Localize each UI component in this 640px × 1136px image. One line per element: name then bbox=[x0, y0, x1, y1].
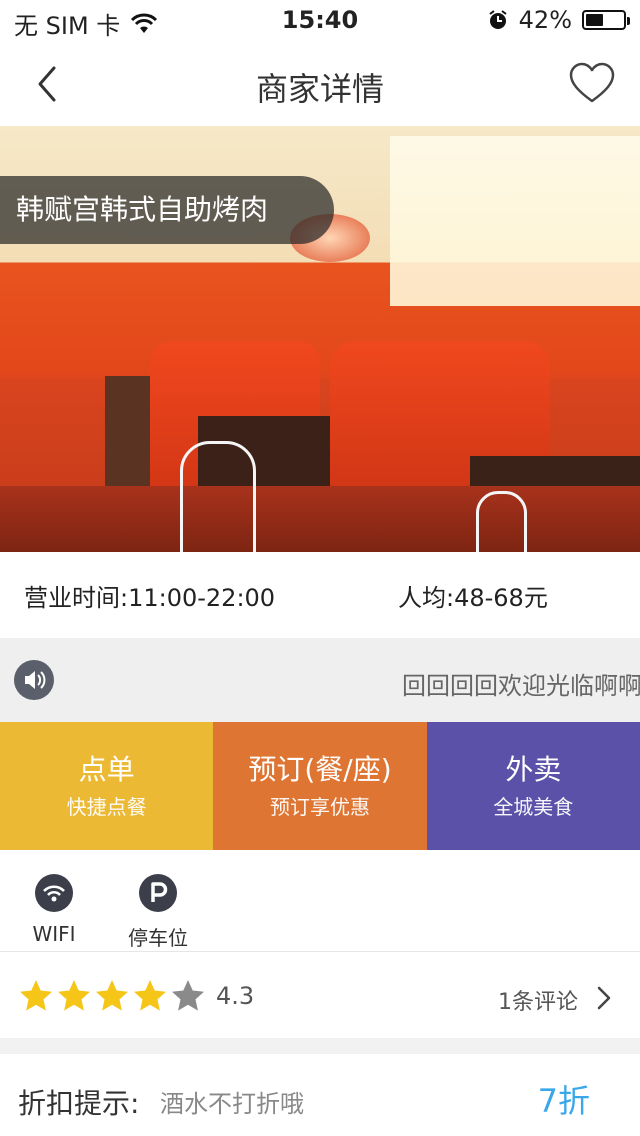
photo-window bbox=[390, 136, 640, 306]
star-empty-icon bbox=[172, 980, 204, 1011]
average-price: 人均:48-68元 bbox=[398, 584, 548, 612]
takeout-subtitle: 全城美食 bbox=[493, 795, 574, 819]
reserve-button[interactable]: 预订(餐/座) 预订享优惠 bbox=[213, 722, 427, 850]
photo-rack bbox=[180, 441, 256, 552]
discount-label: 折扣提示: bbox=[18, 1087, 140, 1120]
amenity-label: 停车位 bbox=[128, 926, 188, 950]
status-bar: 无 SIM 卡 15:40 42% bbox=[0, 0, 640, 42]
photo-rack bbox=[476, 491, 527, 552]
takeout-title: 外卖 bbox=[505, 753, 562, 786]
amenity-wifi: WIFI bbox=[14, 874, 94, 946]
star-filled-icon bbox=[134, 980, 166, 1011]
rating-score: 4.3 bbox=[216, 982, 255, 1010]
info-row: 营业时间:11:00-22:00 人均:48-68元 bbox=[0, 552, 640, 638]
reserve-subtitle: 预订享优惠 bbox=[269, 795, 370, 819]
amenities: WIFI 停车位 bbox=[0, 850, 640, 952]
action-bar: 点单 快捷点餐 预订(餐/座) 预订享优惠 外卖 全城美食 bbox=[0, 722, 640, 850]
heart-icon[interactable] bbox=[568, 60, 616, 108]
battery-icon bbox=[582, 10, 630, 30]
order-title: 点单 bbox=[78, 753, 135, 786]
alarm-icon bbox=[489, 10, 507, 29]
battery-percent: 42% bbox=[518, 6, 572, 34]
photo-floor bbox=[0, 486, 640, 552]
speaker-icon bbox=[14, 660, 54, 700]
discount-value: 7折 bbox=[537, 1082, 590, 1120]
parking-icon bbox=[139, 874, 177, 912]
order-subtitle: 快捷点餐 bbox=[66, 795, 147, 819]
status-right: 42% bbox=[487, 6, 630, 34]
page-title: 商家详情 bbox=[255, 70, 384, 108]
star-rating: 4.3 bbox=[18, 978, 254, 1014]
star-filled-icon bbox=[58, 980, 90, 1011]
notice-text: 回回回回欢迎光临啊啊啊 bbox=[402, 672, 640, 700]
review-count[interactable]: 1条评论 bbox=[498, 984, 578, 1016]
order-button[interactable]: 点单 快捷点餐 bbox=[0, 722, 214, 850]
discount-row: 折扣提示: 酒水不打折哦 7折 bbox=[0, 1054, 640, 1136]
chevron-right-icon bbox=[597, 986, 611, 1010]
reserve-title: 预订(餐/座) bbox=[248, 753, 392, 786]
wifi-icon bbox=[35, 874, 73, 912]
star-filled-icon bbox=[96, 980, 128, 1011]
discount-note: 酒水不打折哦 bbox=[160, 1090, 304, 1118]
rating-row[interactable]: 4.3 1条评论 bbox=[0, 952, 640, 1038]
business-hours: 营业时间:11:00-22:00 bbox=[24, 584, 276, 612]
nav-bar: 商家详情 bbox=[0, 42, 640, 126]
star-filled-icon bbox=[20, 980, 52, 1011]
restaurant-name: 韩赋宫韩式自助烤肉 bbox=[0, 176, 334, 244]
amenity-parking: 停车位 bbox=[118, 874, 198, 951]
notice-bar: 回回回回欢迎光临啊啊啊 bbox=[0, 638, 640, 722]
amenity-label: WIFI bbox=[32, 922, 76, 946]
takeout-button[interactable]: 外卖 全城美食 bbox=[426, 722, 640, 850]
restaurant-photo: 韩赋宫韩式自助烤肉 bbox=[0, 126, 640, 552]
photo-cabinet bbox=[105, 376, 153, 496]
